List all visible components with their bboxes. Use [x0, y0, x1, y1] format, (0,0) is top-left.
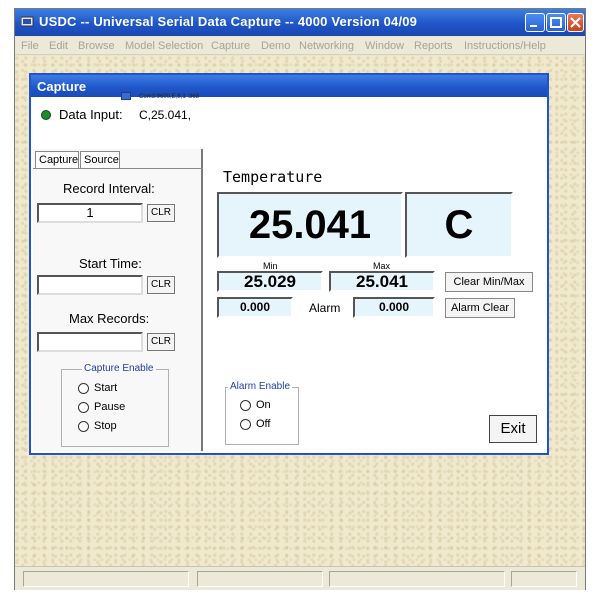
- menu-window[interactable]: Window: [365, 40, 404, 52]
- alarm-off-radio[interactable]: [240, 419, 251, 430]
- start-time-input[interactable]: [37, 275, 143, 295]
- maximize-icon[interactable]: [546, 13, 566, 32]
- record-interval-label: Record Interval:: [63, 181, 155, 196]
- main-window: USDC -- Universal Serial Data Capture --…: [14, 8, 586, 590]
- title-bar[interactable]: USDC -- Universal Serial Data Capture --…: [15, 9, 585, 36]
- start-time-label: Start Time:: [79, 256, 142, 271]
- menu-model-selection[interactable]: Model Selection: [125, 40, 203, 52]
- max-value: 25.041: [329, 271, 435, 292]
- capture-enable-group: Capture Enable Start Pause Stop: [61, 363, 169, 447]
- menu-browse[interactable]: Browse: [78, 40, 115, 52]
- alarm-on-label: On: [256, 399, 271, 411]
- max-label: Max: [373, 261, 391, 271]
- port-icon: [121, 92, 131, 100]
- capture-title-bar[interactable]: Capture: [31, 75, 547, 97]
- measurement-title: Temperature: [223, 168, 323, 186]
- capture-enable-title: Capture Enable: [82, 363, 156, 374]
- max-records-clr-button[interactable]: CLR: [147, 333, 175, 351]
- window-title: USDC -- Universal Serial Data Capture --…: [39, 14, 418, 29]
- reading-display: 25.041: [217, 192, 403, 258]
- status-pane-3: [329, 571, 505, 587]
- menu-file[interactable]: File: [21, 40, 39, 52]
- menu-edit[interactable]: Edit: [49, 40, 68, 52]
- alarm-enable-group: Alarm Enable On Off: [225, 381, 299, 445]
- max-records-input[interactable]: [37, 332, 143, 352]
- stop-radio-label: Stop: [94, 420, 117, 432]
- minimize-icon[interactable]: [525, 13, 545, 32]
- exit-button[interactable]: Exit: [489, 415, 537, 443]
- alarm-low-value[interactable]: 0.000: [217, 297, 293, 318]
- status-pane-2: [197, 571, 323, 587]
- status-bar: [15, 566, 585, 590]
- capture-title: Capture: [37, 79, 87, 94]
- tab-divider: [33, 168, 203, 169]
- menu-networking[interactable]: Networking: [299, 40, 354, 52]
- menu-reports[interactable]: Reports: [414, 40, 453, 52]
- alarm-high-value[interactable]: 0.000: [353, 297, 435, 318]
- app-icon: [21, 16, 34, 27]
- alarm-off-label: Off: [256, 418, 271, 430]
- menu-bar: File Edit Browse Model Selection Capture…: [15, 37, 585, 55]
- menu-capture[interactable]: Capture: [211, 40, 250, 52]
- capture-window: Capture Com3:9600,E,8,1 :368 Data Input:…: [29, 73, 549, 455]
- data-input-value: C,25.041,: [139, 108, 192, 122]
- record-interval-clr-button[interactable]: CLR: [147, 204, 175, 222]
- com-settings: Com3:9600,E,8,1 :368: [139, 94, 200, 100]
- menu-instructions-help[interactable]: Instructions/Help: [464, 40, 546, 52]
- data-input-led-icon: [41, 110, 51, 120]
- clear-minmax-button[interactable]: Clear Min/Max: [445, 272, 533, 292]
- close-icon[interactable]: [567, 13, 584, 32]
- capture-settings-panel: Capture Source Record Interval: 1 CLR St…: [33, 149, 203, 451]
- tab-capture[interactable]: Capture: [35, 151, 79, 169]
- max-records-label: Max Records:: [69, 311, 150, 326]
- pause-radio[interactable]: [78, 402, 89, 413]
- stop-radio[interactable]: [78, 421, 89, 432]
- alarm-enable-title: Alarm Enable: [228, 381, 293, 392]
- unit-display: C: [405, 192, 513, 258]
- alarm-on-radio[interactable]: [240, 400, 251, 411]
- pause-radio-label: Pause: [94, 401, 126, 413]
- min-value: 25.029: [217, 271, 323, 292]
- start-time-clr-button[interactable]: CLR: [147, 276, 175, 294]
- alarm-label: Alarm: [309, 301, 341, 315]
- status-pane-1: [23, 571, 189, 587]
- alarm-clear-button[interactable]: Alarm Clear: [445, 298, 515, 318]
- menu-demo[interactable]: Demo: [261, 40, 290, 52]
- record-interval-input[interactable]: 1: [37, 203, 143, 223]
- data-input-label: Data Input:: [59, 107, 123, 122]
- status-pane-4: [511, 571, 577, 587]
- tab-source[interactable]: Source: [80, 151, 120, 169]
- start-radio-label: Start: [94, 382, 118, 394]
- min-label: Min: [263, 261, 278, 271]
- start-radio[interactable]: [78, 383, 89, 394]
